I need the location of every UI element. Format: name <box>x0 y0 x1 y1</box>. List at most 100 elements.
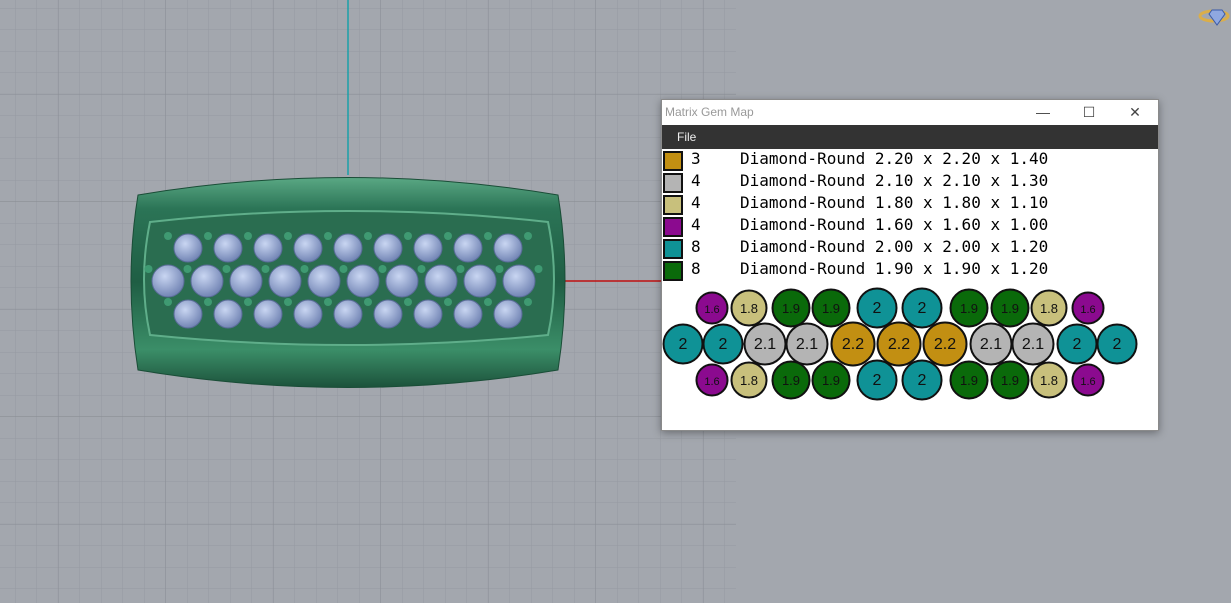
ring-gem <box>151 264 185 298</box>
close-icon[interactable]: ✕ <box>1112 100 1158 125</box>
ring-gem <box>493 299 523 329</box>
gem-description: Diamond-Round 1.80 x 1.80 x 1.10 <box>740 193 1049 212</box>
ring-prong <box>364 232 372 240</box>
ring-prong <box>222 265 231 273</box>
ring-gem <box>229 264 263 298</box>
gem-size-label: 1.6 <box>1080 304 1095 316</box>
gem-description: Diamond-Round 2.00 x 2.00 x 1.20 <box>740 237 1049 256</box>
color-swatch <box>663 195 683 215</box>
ring-prong <box>444 298 452 306</box>
ring-prong <box>261 265 270 273</box>
gem-count: 4 <box>691 193 701 212</box>
ring-model[interactable] <box>130 177 566 388</box>
legend-row: 8 Diamond-Round 1.90 x 1.90 x 1.20 <box>662 259 1158 281</box>
ring-prong <box>404 232 412 240</box>
gem-description: Diamond-Round 2.20 x 2.20 x 1.40 <box>740 149 1049 168</box>
color-swatch <box>663 261 683 281</box>
ring-gem <box>213 299 243 329</box>
gem-size-label: 1.9 <box>782 373 800 388</box>
gem-size-label: 2 <box>679 336 688 353</box>
title-bar[interactable]: Matrix Gem Map — ☐ ✕ <box>662 100 1158 125</box>
gem-size-label: 1.8 <box>740 373 758 388</box>
ring-prong <box>524 232 532 240</box>
ring-prong <box>300 265 309 273</box>
ring-gem <box>173 233 203 263</box>
ring-gem <box>463 264 497 298</box>
menu-bar: File <box>662 125 1158 149</box>
minimize-icon[interactable]: — <box>1020 100 1066 125</box>
ring-prong <box>534 265 543 273</box>
gem-count: 4 <box>691 215 701 234</box>
ring-gem <box>493 233 523 263</box>
gem-description: Diamond-Round 2.10 x 2.10 x 1.30 <box>740 171 1049 190</box>
gem-size-label: 2.1 <box>1022 336 1044 353</box>
gem-count: 4 <box>691 171 701 190</box>
gem-size-label: 1.6 <box>704 376 719 388</box>
legend-row: 4 Diamond-Round 2.10 x 2.10 x 1.30 <box>662 171 1158 193</box>
ring-prong <box>444 232 452 240</box>
ring-gem <box>307 264 341 298</box>
ring-prong <box>324 298 332 306</box>
gem-size-label: 2 <box>918 372 927 389</box>
gem-size-label: 1.9 <box>782 301 800 316</box>
ring-prong <box>144 265 153 273</box>
ring-gem <box>190 264 224 298</box>
ring-prong <box>404 298 412 306</box>
ring-prong <box>456 265 465 273</box>
ring-prong <box>204 298 212 306</box>
ring-prong <box>284 232 292 240</box>
matrix-gem-map-window: Matrix Gem Map — ☐ ✕ File 3 Diamond-Roun… <box>661 99 1159 431</box>
ring-gem <box>213 233 243 263</box>
ring-gem <box>413 299 443 329</box>
maximize-icon[interactable]: ☐ <box>1066 100 1112 125</box>
ring-prong <box>484 298 492 306</box>
gem-size-label: 2.2 <box>842 336 864 353</box>
ring-gem <box>373 233 403 263</box>
ring-prong <box>378 265 387 273</box>
gem-size-label: 2.1 <box>754 336 776 353</box>
gem-size-label: 1.6 <box>704 304 719 316</box>
menu-file[interactable]: File <box>662 125 711 149</box>
gem-size-label: 2 <box>918 300 927 317</box>
ring-gem <box>453 233 483 263</box>
ring-prong <box>183 265 192 273</box>
gem-description: Diamond-Round 1.60 x 1.60 x 1.00 <box>740 215 1049 234</box>
gem-legend: 3 Diamond-Round 2.20 x 2.20 x 1.40 4 Dia… <box>662 149 1158 281</box>
ring-gem <box>173 299 203 329</box>
gem-size-label: 1.9 <box>822 301 840 316</box>
legend-row: 4 Diamond-Round 1.80 x 1.80 x 1.10 <box>662 193 1158 215</box>
gem-description: Diamond-Round 1.90 x 1.90 x 1.20 <box>740 259 1049 278</box>
ring-gem <box>413 233 443 263</box>
gem-size-label: 1.9 <box>1001 301 1019 316</box>
gem-size-label: 1.6 <box>1080 376 1095 388</box>
gem-count: 8 <box>691 259 701 278</box>
ring-gem <box>502 264 536 298</box>
ring-gem <box>346 264 380 298</box>
ring-gem <box>333 299 363 329</box>
gem-size-label: 2.2 <box>888 336 910 353</box>
ring-gem <box>293 233 323 263</box>
ring-prong <box>324 232 332 240</box>
ring-prong <box>524 298 532 306</box>
ring-prong <box>244 298 252 306</box>
ring-gem <box>424 264 458 298</box>
gem-size-label: 2 <box>873 300 882 317</box>
ring-gem <box>293 299 323 329</box>
ring-prong <box>204 232 212 240</box>
ring-gem <box>253 299 283 329</box>
gem-size-label: 2.1 <box>980 336 1002 353</box>
gem-size-label: 1.9 <box>960 301 978 316</box>
ring-prong <box>164 232 172 240</box>
ring-prong <box>495 265 504 273</box>
gem-size-label: 1.9 <box>822 373 840 388</box>
color-swatch <box>663 151 683 171</box>
ring-prong <box>364 298 372 306</box>
color-swatch <box>663 217 683 237</box>
color-swatch <box>663 173 683 193</box>
ring-gem <box>268 264 302 298</box>
gem-count: 3 <box>691 149 701 168</box>
gem-size-label: 2.1 <box>796 336 818 353</box>
ring-gem <box>333 233 363 263</box>
gem-size-label: 2 <box>719 336 728 353</box>
gem-size-label: 1.8 <box>1040 301 1058 316</box>
